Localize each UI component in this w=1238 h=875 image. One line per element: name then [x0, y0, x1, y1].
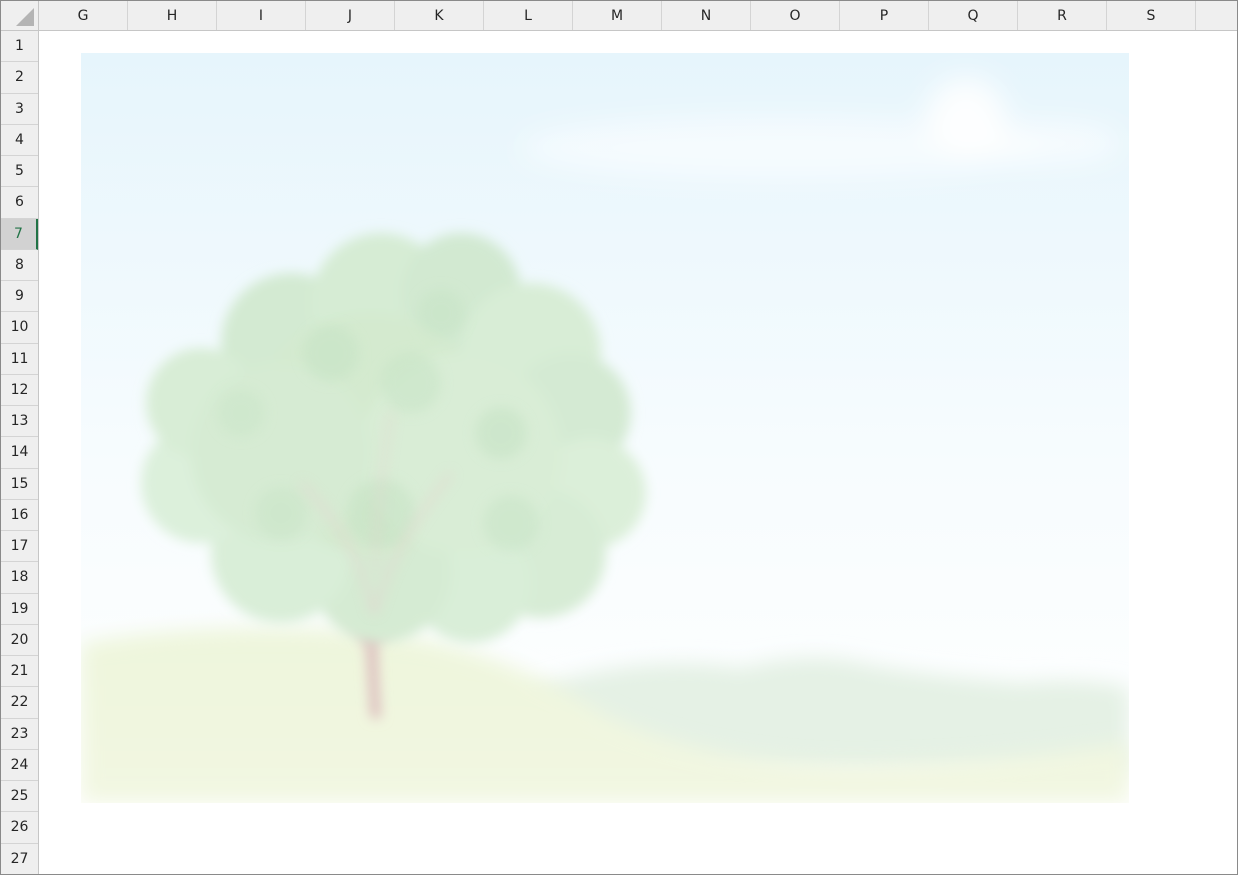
row-header-17[interactable]: 17	[1, 531, 38, 563]
row-header-24[interactable]: 24	[1, 750, 38, 781]
landscape-tree-picture[interactable]	[81, 53, 1129, 803]
column-header-bar: GHIJKLMNOPQRS	[39, 1, 1237, 31]
row-header-1[interactable]: 1	[1, 31, 38, 63]
column-header-j[interactable]: J	[306, 1, 395, 30]
row-header-20[interactable]: 20	[1, 625, 38, 656]
column-header-s[interactable]: S	[1107, 1, 1196, 30]
row-header-13[interactable]: 13	[1, 406, 38, 438]
row-header-15[interactable]: 15	[1, 469, 38, 500]
picture-svg	[81, 53, 1129, 803]
column-header-n[interactable]: N	[662, 1, 751, 30]
row-header-16[interactable]: 16	[1, 500, 38, 531]
row-header-3[interactable]: 3	[1, 94, 38, 125]
column-header-g[interactable]: G	[39, 1, 128, 30]
row-header-9[interactable]: 9	[1, 281, 38, 313]
row-header-6[interactable]: 6	[1, 187, 38, 219]
row-header-7[interactable]: 7	[1, 218, 38, 250]
column-header-r[interactable]: R	[1018, 1, 1107, 30]
row-header-21[interactable]: 21	[1, 656, 38, 688]
column-header-p[interactable]: P	[840, 1, 929, 30]
cell-grid[interactable]	[39, 31, 1237, 874]
row-header-26[interactable]: 26	[1, 812, 38, 844]
column-header-q[interactable]: Q	[929, 1, 1018, 30]
column-header-i[interactable]: I	[217, 1, 306, 30]
column-header-spacer	[1196, 1, 1237, 30]
select-all-button[interactable]	[1, 1, 39, 31]
row-header-5[interactable]: 5	[1, 156, 38, 188]
row-header-bar: 1 2 3 4 5 6 7 8 9 10 11 12 13 14 15 16 17 18 19 20 21 22 23 24 2…	[1, 31, 39, 874]
row-header-14[interactable]: 14	[1, 437, 38, 469]
select-all-triangle-icon	[16, 8, 34, 26]
spreadsheet: GHIJKLMNOPQRS 1 2 3 4 5 6 7 8 9 10 11 12 13 14 15 16 17 1…	[0, 0, 1238, 875]
row-header-8[interactable]: 8	[1, 250, 38, 281]
row-header-10[interactable]: 10	[1, 312, 38, 344]
row-header-22[interactable]: 22	[1, 687, 38, 719]
column-header-m[interactable]: M	[573, 1, 662, 30]
column-header-h[interactable]: H	[128, 1, 217, 30]
row-header-11[interactable]: 11	[1, 344, 38, 375]
row-header-4[interactable]: 4	[1, 125, 38, 156]
column-header-o[interactable]: O	[751, 1, 840, 30]
column-header-l[interactable]: L	[484, 1, 573, 30]
row-header-19[interactable]: 19	[1, 594, 38, 625]
row-header-23[interactable]: 23	[1, 719, 38, 750]
row-header-18[interactable]: 18	[1, 562, 38, 594]
column-header-k[interactable]: K	[395, 1, 484, 30]
row-header-2[interactable]: 2	[1, 62, 38, 94]
row-header-27[interactable]: 27	[1, 844, 38, 874]
row-header-12[interactable]: 12	[1, 375, 38, 406]
row-header-25[interactable]: 25	[1, 781, 38, 813]
